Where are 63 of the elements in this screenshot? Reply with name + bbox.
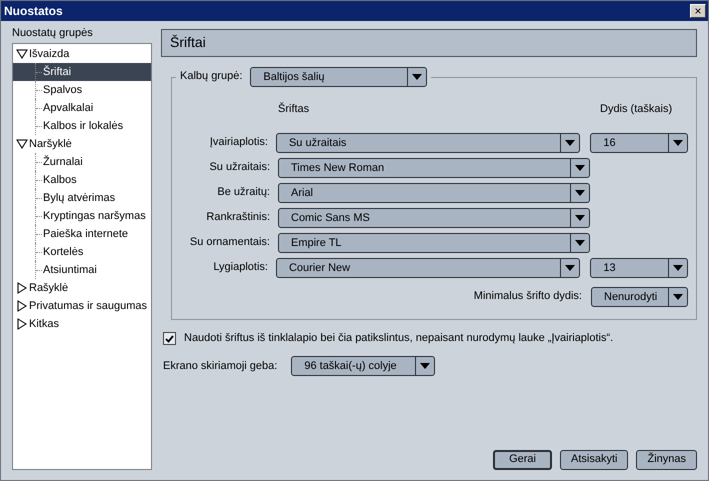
field-label: Įvairiaplotis: (208, 136, 269, 150)
size-dropdown[interactable]: 13 (590, 258, 688, 278)
field-label: Be užraitų: (216, 186, 271, 200)
column-header: Šriftas (278, 103, 310, 117)
tree-item[interactable]: Privatumas ir saugumas (13, 297, 151, 316)
caret-icon (673, 294, 683, 300)
font-dropdown[interactable]: Su užraitais (276, 132, 580, 152)
tree-item[interactable]: Atsiuntimai (13, 261, 151, 280)
tree-item[interactable]: Kryptingas naršymas (13, 207, 151, 226)
language-dropdown[interactable]: Baltijos šalių (250, 67, 428, 87)
caret-icon (575, 190, 585, 196)
tree-item[interactable]: Rašyklė (13, 279, 151, 298)
field-label: Rankraštinis: (205, 210, 271, 224)
font-dropdown[interactable]: Times New Roman (278, 158, 590, 178)
caret-icon (420, 363, 430, 370)
field-label: Lygiaplotis: (212, 260, 269, 274)
tree-item[interactable]: Kalbos (13, 171, 151, 190)
caret-icon (673, 140, 683, 146)
caret-icon (565, 140, 576, 146)
resolution-dropdown[interactable]: 96 taškai(-ų) colyje (291, 356, 436, 376)
field-label: Minimalus šrifto dydis: (474, 290, 582, 304)
tree-item[interactable]: Šriftai (13, 63, 151, 82)
tree-item[interactable]: Naršyklė (13, 135, 151, 154)
expand-arrow-icon[interactable] (16, 301, 28, 312)
field-label: Ekrano skiriamoji geba: (163, 360, 278, 373)
field-label: Su ornamentais: (188, 236, 271, 250)
window-title: Nuostatos (4, 4, 63, 18)
caret-icon (575, 240, 585, 246)
caret-icon (673, 264, 683, 270)
expand-arrow-icon[interactable] (16, 319, 28, 330)
tree-item[interactable]: Spalvos (13, 81, 151, 100)
sidebar-title: Nuostatų grupės (12, 27, 94, 40)
tree-item[interactable]: Kalbos ir lokalės (13, 117, 151, 136)
checkbox-label: Naudoti šriftus iš tinklalapio bei čia patikslintus, nepaisant nurodymų lauke „Įvairiaplotis“. (184, 332, 614, 346)
caret-icon (412, 74, 422, 80)
caret-icon (565, 264, 576, 270)
tree-item[interactable]: Kitkas (13, 315, 151, 334)
close-button[interactable]: × (690, 4, 706, 18)
collapse-arrow-icon[interactable] (16, 49, 28, 60)
dialog-button[interactable]: Gerai (493, 450, 552, 470)
collapse-arrow-icon[interactable] (16, 139, 28, 150)
font-dropdown[interactable]: Courier New (276, 258, 580, 278)
caret-icon (575, 164, 585, 170)
tree-item[interactable]: Kortelės (13, 243, 151, 262)
caret-icon (575, 214, 585, 220)
panel-title: Šriftai (161, 29, 697, 57)
tree-item[interactable]: Bylų atvėrimas (13, 189, 151, 208)
font-dropdown[interactable]: Empire TL (278, 232, 590, 252)
tree-item[interactable]: Išvaizda (13, 45, 151, 64)
tree-item[interactable]: Paieška internete (13, 225, 151, 244)
expand-arrow-icon[interactable] (16, 283, 28, 294)
font-dropdown[interactable]: Comic Sans MS (278, 208, 590, 228)
dialog-button[interactable]: Atsisakyti (560, 450, 628, 470)
min-size-dropdown[interactable]: Nenurodyti (591, 286, 688, 306)
tree-item[interactable]: Žurnalai (13, 153, 151, 172)
dialog-button[interactable]: Žinynas (636, 450, 697, 470)
field-label: Su užraitais: (208, 160, 271, 174)
checkbox[interactable] (163, 332, 176, 346)
field-label: Kalbų grupė: (180, 70, 242, 84)
font-dropdown[interactable]: Arial (278, 182, 590, 202)
size-dropdown[interactable]: 16 (590, 132, 688, 152)
tree-item[interactable]: Apvalkalai (13, 99, 151, 118)
column-header: Dydis (taškais) (600, 103, 672, 117)
